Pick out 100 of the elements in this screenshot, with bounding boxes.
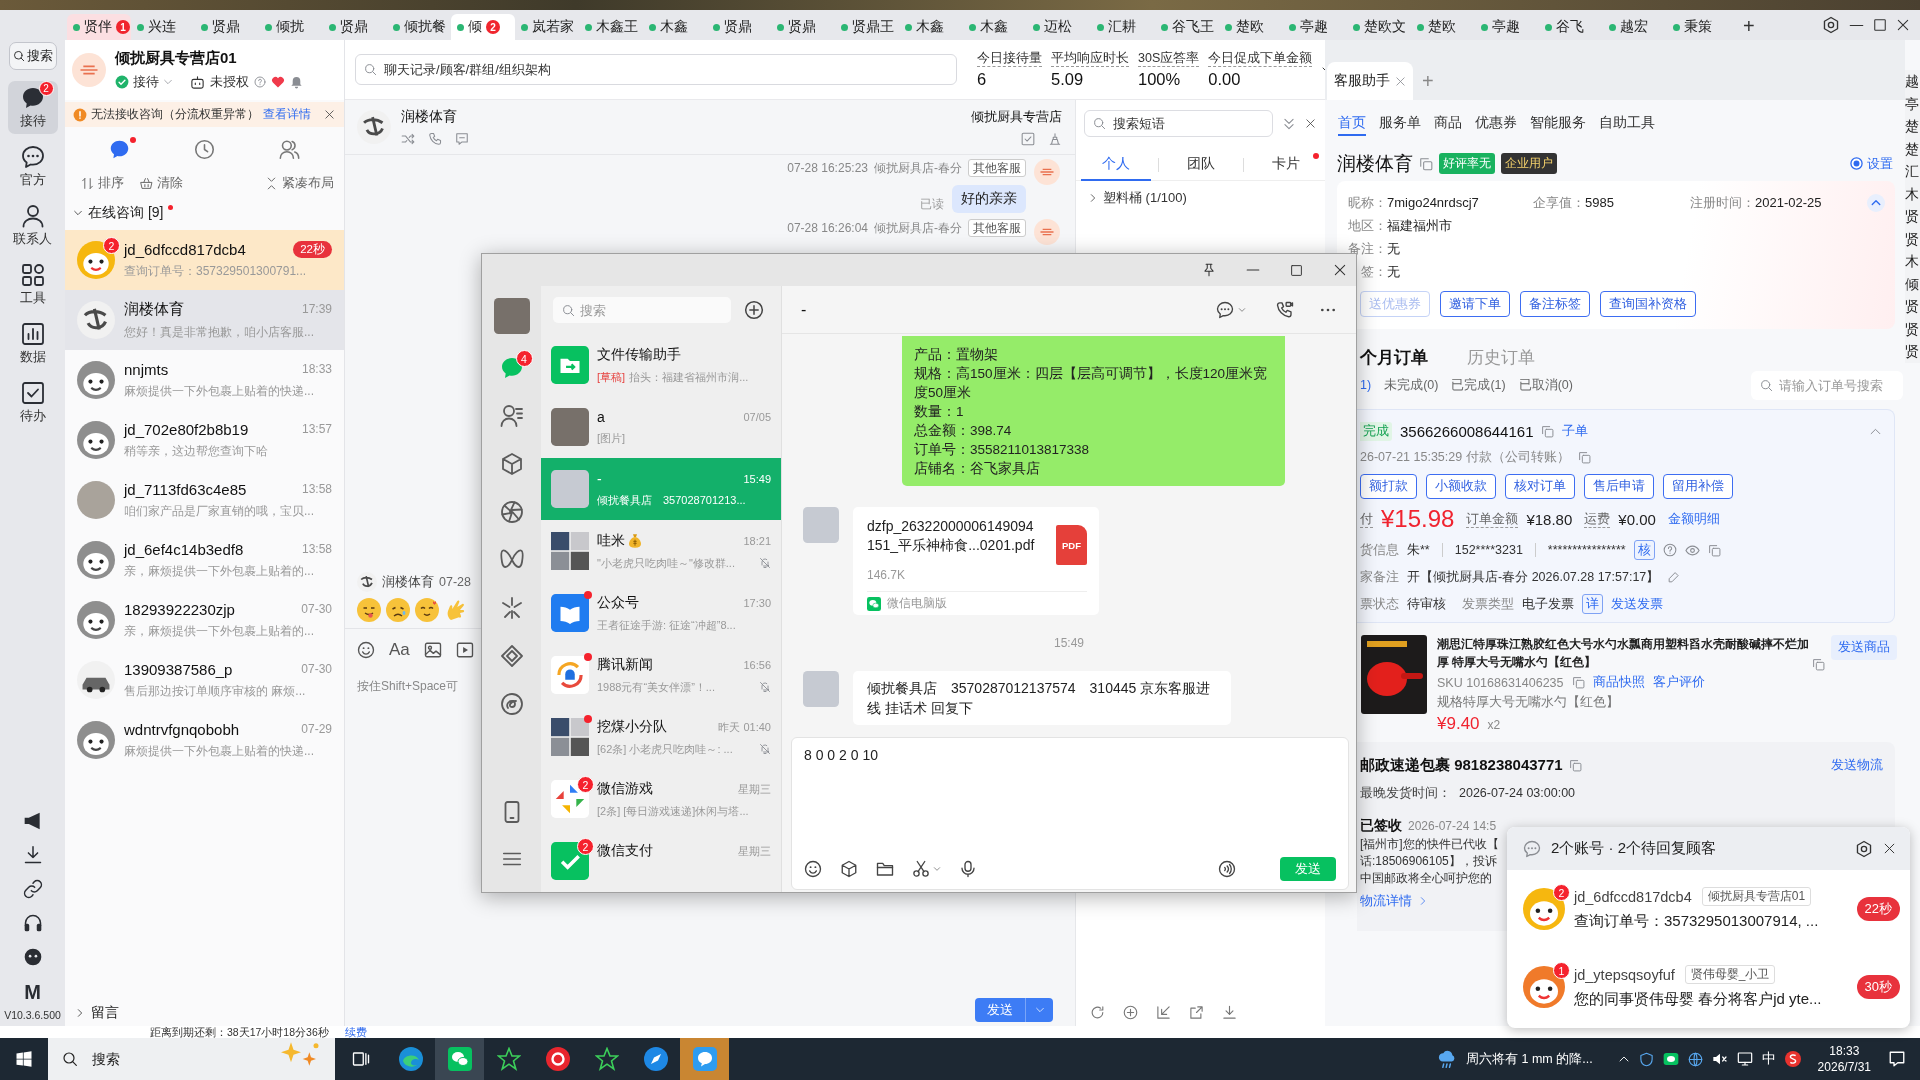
link-icon[interactable] — [22, 879, 43, 899]
shop-tab[interactable]: 汇耕 — [1091, 14, 1155, 40]
message-input[interactable]: 按住Shift+Space可 — [357, 679, 479, 693]
nav-tab[interactable]: 商品 — [1434, 110, 1462, 136]
order-action-button[interactable]: 核对订单 — [1505, 473, 1575, 499]
broom-icon[interactable] — [1048, 132, 1062, 146]
shop-tab[interactable]: 贤鼎 — [323, 14, 387, 40]
tab-overflow-item[interactable]: 亭 — [1905, 92, 1920, 115]
shop-tab[interactable]: 亭趣 — [1283, 14, 1347, 40]
nav-tab[interactable]: 服务单 — [1379, 110, 1421, 136]
chat-item[interactable]: 挖煤小分队 昨天 01:40 [62条] 小老虎只吃肉哇～: ... — [541, 706, 781, 768]
nav-item[interactable]: 待办 — [7, 376, 58, 429]
assistant-tab[interactable]: 客服助手 — [1327, 62, 1413, 100]
nav-item[interactable]: 工具 — [7, 258, 58, 311]
tab-overflow-item[interactable]: 楚 — [1905, 137, 1920, 160]
renew-link[interactable]: 续费 — [344, 1026, 367, 1038]
shop-tab[interactable]: 楚欧 — [1219, 14, 1283, 40]
shop-tab[interactable]: 楚欧 — [1411, 14, 1475, 40]
chat-item[interactable]: 腾讯新闻 16:56 1988元有“美女伴漂”！... — [541, 644, 781, 706]
search-field[interactable]: 请输入订单号搜索 — [1751, 370, 1903, 400]
add-icon[interactable] — [744, 300, 764, 320]
tab-overflow-item[interactable]: 楚 — [1905, 115, 1920, 138]
shop-tab[interactable]: 迈松 — [1027, 14, 1091, 40]
settings-icon[interactable] — [1855, 839, 1873, 858]
call-icon[interactable] — [1276, 300, 1294, 319]
maximize-icon[interactable] — [1873, 18, 1887, 32]
close-icon[interactable] — [1305, 118, 1316, 129]
shop-tab[interactable]: 兴连 — [131, 14, 195, 40]
nav-tab[interactable]: 首页 — [1338, 110, 1366, 136]
phone-icon[interactable] — [428, 132, 442, 146]
shop-tab[interactable]: 贤鼎王 — [835, 14, 899, 40]
shop-tab[interactable]: 贤鼎 — [771, 14, 835, 40]
action-button[interactable]: 邀请下单 — [1440, 291, 1510, 317]
help-icon[interactable] — [1662, 543, 1677, 557]
input-method-icon[interactable] — [1784, 1051, 1801, 1067]
chat-item[interactable]: 哇米 18:21 "小老虎只吃肉哇～"修改群... — [541, 520, 781, 582]
settings-option[interactable]: 设置 — [1850, 154, 1893, 173]
conversation-item[interactable]: jd_702e80f2b8b19 13:57 稍等亲，这边帮您查询下哈 — [65, 410, 344, 470]
conversation-item[interactable]: jd_7113fd63c4e85 13:58 咱们家产品是厂家直销的哦，宝贝... — [65, 470, 344, 530]
refresh-icon[interactable] — [1090, 1005, 1105, 1020]
search-field[interactable]: 搜索 — [48, 1038, 335, 1080]
conversation-item[interactable]: 13909387586_p 07-30 售后那边按订单顺序审核的 麻烦... — [65, 650, 344, 710]
conversation-item[interactable]: jd_6ef4c14b3edf8 13:58 亲，麻烦提供一下外包裹上贴着的... — [65, 530, 344, 590]
details-link[interactable]: 查看详情 — [263, 106, 311, 123]
order-tab[interactable]: 个月订单 — [1360, 345, 1428, 369]
shield-icon[interactable] — [1638, 1051, 1654, 1067]
copy-icon[interactable] — [1571, 676, 1585, 689]
filter-tab[interactable]: 已完成(1) — [1451, 376, 1506, 394]
heart-icon[interactable] — [271, 75, 285, 89]
windows-start-icon[interactable] — [15, 1050, 33, 1068]
order-action-button[interactable]: 额打款 — [1360, 473, 1417, 499]
headset-icon[interactable] — [22, 913, 43, 933]
shop-tab[interactable]: 亭趣 — [1475, 14, 1539, 40]
tab[interactable]: 团队 — [1166, 148, 1236, 181]
shop-tab[interactable]: 木鑫 — [643, 14, 707, 40]
chat-bubbles-icon[interactable] — [1662, 1051, 1679, 1067]
chat-item[interactable]: 公众号 17:30 王者征途手游: 征途“冲超”8... — [541, 582, 781, 644]
shop-tab[interactable]: 秉策 — [1667, 14, 1731, 40]
image-icon[interactable] — [423, 641, 442, 659]
shop-tab[interactable]: 贤鼎 — [707, 14, 771, 40]
status-dropdown[interactable]: 接待 — [115, 73, 173, 91]
cloud-rain-icon[interactable] — [1437, 1049, 1457, 1069]
pin-icon[interactable] — [1202, 263, 1216, 277]
order-action-button[interactable]: 小额收款 — [1426, 473, 1496, 499]
sub-order-link[interactable]: 子单 — [1562, 422, 1589, 440]
import-icon[interactable] — [1156, 1005, 1171, 1020]
shop-tab[interactable]: 贤鼎 — [195, 14, 259, 40]
copy-icon[interactable] — [1419, 156, 1433, 171]
maximize-icon[interactable] — [1290, 263, 1303, 277]
notification-icon[interactable] — [1888, 1050, 1906, 1068]
megaphone-icon[interactable] — [22, 811, 43, 831]
tab[interactable]: 卡片 — [1251, 148, 1321, 181]
tab-overflow-item[interactable]: 倾 — [1905, 272, 1920, 295]
add-tab-button[interactable]: + — [1737, 12, 1761, 40]
collapse-icon[interactable] — [1867, 193, 1885, 212]
tab-overflow-item[interactable]: 贤 — [1905, 340, 1920, 363]
tab-overflow-item[interactable]: 越 — [1905, 70, 1920, 93]
toolbar-action[interactable]: 紧凑布局 — [265, 175, 334, 192]
settings-icon[interactable] — [1822, 16, 1840, 34]
pending-customer-item[interactable]: 2 jd_6dfccd817dcb4 倾扰厨具专营店01 查询订单号：3573295013007914, ... 22秒 — [1507, 870, 1910, 948]
tab-overflow-item[interactable]: 贤 — [1905, 295, 1920, 318]
search-field[interactable]: 聊天记录/顾客/群组/组织架构 — [355, 54, 957, 85]
voice-icon[interactable] — [1218, 860, 1236, 878]
collapse-icon[interactable] — [1282, 116, 1296, 131]
chat-item[interactable]: 文件传输助手 [草稿] 抬头：福建省福州市润... — [541, 334, 781, 396]
order-action-button[interactable]: 留用补偿 — [1663, 473, 1733, 499]
conversation-item[interactable]: 润楼体育 17:39 您好！真是非常抱歉，咱小店客服... — [65, 290, 344, 350]
folder-icon[interactable] — [876, 860, 894, 878]
tab[interactable]: 个人 — [1081, 148, 1151, 181]
shop-tab[interactable]: 岚若家 — [515, 14, 579, 40]
emoji-icon[interactable] — [357, 641, 375, 659]
message-input[interactable]: 8 0 0 2 0 10 — [804, 747, 1336, 763]
bell-icon[interactable] — [290, 75, 303, 89]
nav-item[interactable]: 2 接待 — [7, 81, 58, 134]
task-view-icon[interactable] — [351, 1050, 370, 1068]
chat-item[interactable]: a 07/05 [图片] — [541, 396, 781, 458]
add-icon[interactable] — [1123, 1005, 1138, 1020]
nav-item[interactable]: 官方 — [7, 140, 58, 193]
nav-tab[interactable]: 智能服务 — [1530, 110, 1586, 136]
microphone-icon[interactable] — [959, 860, 977, 878]
